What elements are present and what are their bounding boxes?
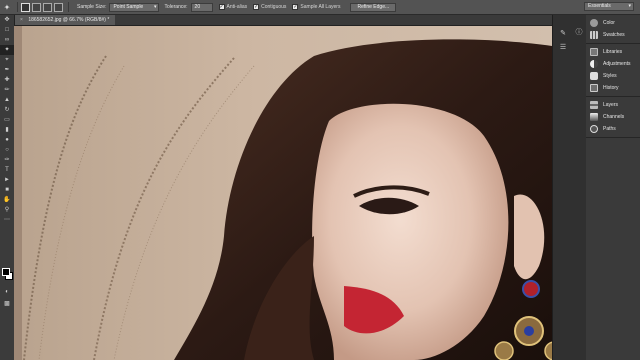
divider <box>68 2 69 12</box>
blur-tool-icon[interactable]: ● <box>0 135 14 145</box>
pen-tool-icon[interactable]: ✑ <box>0 155 14 165</box>
eraser-tool-icon[interactable]: ▭ <box>0 115 14 125</box>
photo-artwork <box>14 26 552 360</box>
paths-icon <box>590 125 598 133</box>
contiguous-label: Contiguous <box>261 4 287 10</box>
paths-panel-tab[interactable]: Paths <box>586 123 640 135</box>
close-tab-icon[interactable]: × <box>20 17 23 23</box>
panel-label: Layers <box>603 102 619 108</box>
dodge-tool-icon[interactable]: ○ <box>0 145 14 155</box>
add-selection-mode-button[interactable] <box>32 2 41 12</box>
color-panel-tab[interactable]: Color <box>586 17 640 29</box>
quick-mask-icon[interactable]: ◐ <box>0 287 14 297</box>
panel-label: Color <box>603 20 615 26</box>
libraries-panel-tab[interactable]: Libraries <box>586 46 640 58</box>
type-tool-icon[interactable]: T <box>0 165 14 175</box>
panel-label: Libraries <box>603 49 623 55</box>
panel-label: Styles <box>603 73 617 79</box>
adjustments-panel-tab[interactable]: Adjustments <box>586 58 640 70</box>
tolerance-label: Tolerance: <box>164 4 188 10</box>
document-tab-bar: × 186582652.jpg @ 66.7% (RGB/8#) * <box>14 15 552 26</box>
history-icon <box>590 84 598 92</box>
document-canvas[interactable] <box>14 26 552 360</box>
properties-icon[interactable]: ☰ <box>557 43 569 53</box>
swatches-grid-icon <box>590 31 598 39</box>
swatches-panel-tab[interactable]: Swatches <box>586 29 640 41</box>
new-selection-mode-button[interactable] <box>21 2 30 12</box>
anti-alias-checkbox[interactable]: ✓ <box>218 4 225 10</box>
sample-size-dropdown[interactable]: Point Sample <box>109 2 160 12</box>
color-panel-group: Color Swatches <box>586 15 640 44</box>
hand-tool-icon[interactable]: ✋ <box>0 195 14 205</box>
marquee-tool-icon[interactable]: □ <box>0 25 14 35</box>
panel-label: Paths <box>603 126 616 132</box>
screen-mode-icon[interactable]: ▩ <box>0 299 14 309</box>
clone-stamp-tool-icon[interactable]: ▲ <box>0 95 14 105</box>
lasso-tool-icon[interactable]: ∞ <box>0 35 14 45</box>
anti-alias-label: Anti-alias <box>226 4 248 10</box>
sample-all-layers-label: Sample All Layers <box>300 4 341 10</box>
color-wheel-icon <box>590 19 598 27</box>
gradient-tool-icon[interactable]: ▮ <box>0 125 14 135</box>
channels-icon <box>590 113 598 121</box>
brush-tool-icon[interactable]: ✏ <box>0 85 14 95</box>
layers-icon <box>590 101 598 109</box>
foreground-color-swatch[interactable] <box>2 268 10 276</box>
document-tab[interactable]: × 186582652.jpg @ 66.7% (RGB/8#) * <box>14 15 116 25</box>
sample-all-layers-checkbox[interactable]: ✓ <box>292 4 299 10</box>
refine-edge-button[interactable]: Refine Edge... <box>350 2 397 12</box>
healing-brush-tool-icon[interactable]: ✚ <box>0 75 14 85</box>
move-tool-icon[interactable]: ✥ <box>0 15 14 25</box>
tolerance-input[interactable]: 20 <box>190 2 213 12</box>
panel-label: Channels <box>603 114 625 120</box>
brush-presets-icon[interactable]: ✎ <box>557 29 569 39</box>
info-icon[interactable]: ⓘ <box>573 27 585 37</box>
shape-tool-icon[interactable]: ■ <box>0 185 14 195</box>
intersect-selection-mode-button[interactable] <box>54 2 63 12</box>
eyedropper-tool-icon[interactable]: ✒ <box>0 65 14 75</box>
sample-size-label: Sample Size: <box>77 4 107 10</box>
panel-label: Swatches <box>603 32 625 38</box>
path-selection-tool-icon[interactable]: ► <box>0 175 14 185</box>
styles-icon <box>590 72 598 80</box>
layers-panel-group: Layers Channels Paths <box>586 97 640 138</box>
adjustments-icon <box>590 60 598 68</box>
tools-panel: ✥ □ ∞ ✦ ⌖ ✒ ✚ ✏ ▲ ↻ ▭ ▮ ● ○ ✑ T ► ■ ✋ ⚲ … <box>0 15 15 360</box>
crop-tool-icon[interactable]: ⌖ <box>0 55 14 65</box>
libraries-icon <box>590 48 598 56</box>
document-tab-title: 186582652.jpg @ 66.7% (RGB/8#) * <box>28 17 110 23</box>
magic-wand-tool-icon[interactable]: ✦ <box>0 45 14 55</box>
contiguous-checkbox[interactable]: ✓ <box>253 4 260 10</box>
subtract-selection-mode-button[interactable] <box>43 2 52 12</box>
panel-label: Adjustments <box>603 61 631 67</box>
panels-column: Color Swatches Libraries Adjustments Sty… <box>586 15 640 360</box>
divider <box>17 2 18 12</box>
channels-panel-tab[interactable]: Channels <box>586 111 640 123</box>
magic-wand-icon[interactable]: ✦ <box>0 0 14 14</box>
history-panel-tab[interactable]: History <box>586 82 640 94</box>
options-bar: ✦ Sample Size: Point Sample Tolerance: 2… <box>0 0 640 15</box>
panel-label: History <box>603 85 619 91</box>
layers-panel-tab[interactable]: Layers <box>586 99 640 111</box>
libraries-panel-group: Libraries Adjustments Styles History <box>586 44 640 97</box>
more-tools-icon[interactable]: ⋯ <box>0 215 14 225</box>
workspace-dropdown[interactable]: Essentials <box>584 2 634 11</box>
history-brush-tool-icon[interactable]: ↻ <box>0 105 14 115</box>
styles-panel-tab[interactable]: Styles <box>586 70 640 82</box>
zoom-tool-icon[interactable]: ⚲ <box>0 205 14 215</box>
panel-dock-strip: ✎ ☰ ⓘ <box>552 15 587 360</box>
